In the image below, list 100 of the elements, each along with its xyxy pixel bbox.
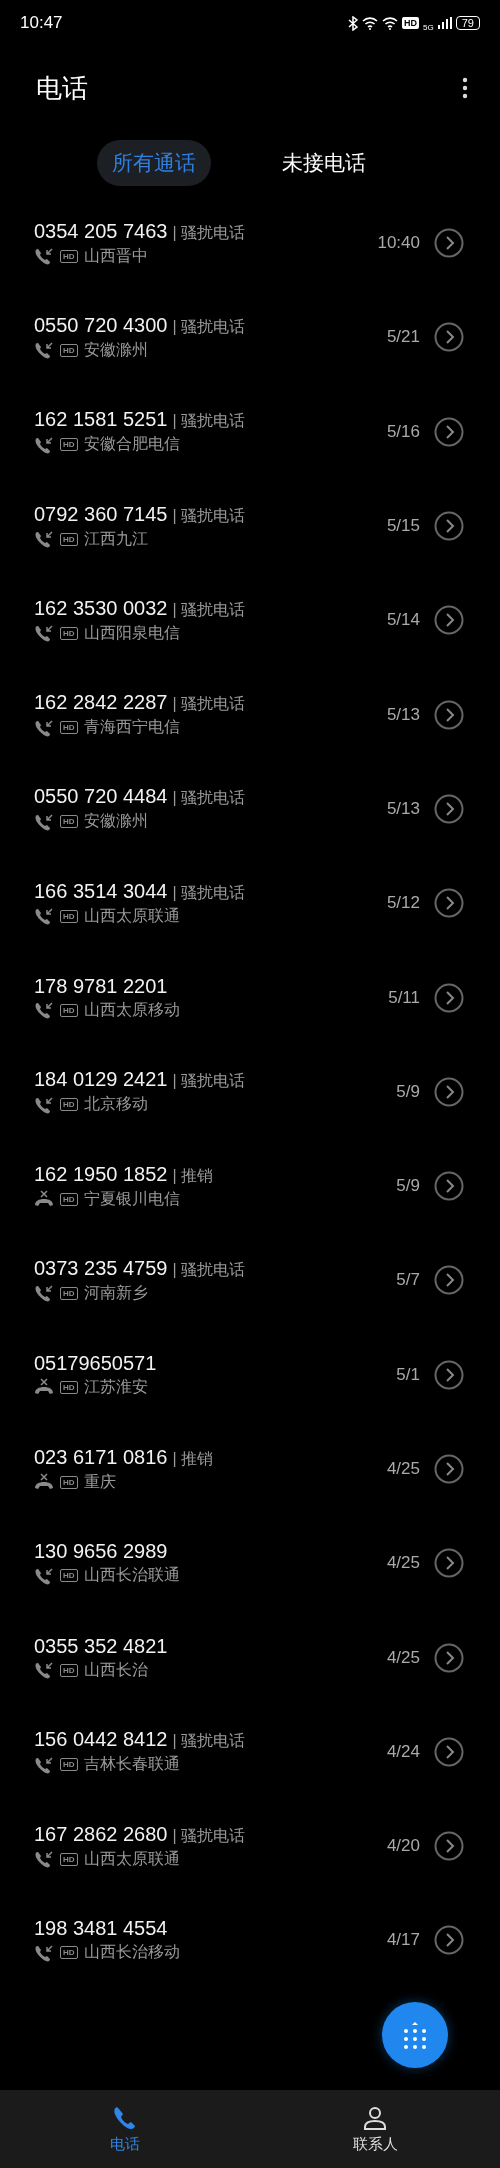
call-location: 江西九江: [83, 528, 148, 549]
incoming-call-icon: [34, 907, 54, 926]
details-icon[interactable]: [434, 793, 464, 824]
call-time: 5/7: [396, 1270, 420, 1291]
phone-number: 162 2842 2287: [34, 691, 168, 715]
call-time: 4/17: [386, 1930, 420, 1951]
nav-tab[interactable]: 联系人: [250, 2090, 500, 2168]
incoming-call-icon: [34, 1095, 54, 1114]
declined-call-icon: [34, 1473, 54, 1491]
hd-badge: HD: [60, 1380, 78, 1394]
details-icon[interactable]: [434, 1736, 464, 1767]
call-location: 安徽滁州: [83, 811, 148, 832]
phone-number: 0550 720 4300: [34, 313, 168, 337]
details-icon[interactable]: [434, 1925, 464, 1956]
phone-number: 0354 205 7463: [34, 219, 168, 243]
phone-number: 023 6171 0816: [34, 1445, 168, 1469]
details-icon[interactable]: [434, 605, 464, 636]
nav-tab[interactable]: 电话: [0, 2090, 250, 2168]
call-tag: | 骚扰电话: [172, 505, 246, 527]
phone-number: 198 3481 4554: [34, 1917, 168, 1941]
declined-call-icon: [34, 1190, 54, 1209]
incoming-call-icon: [34, 1284, 54, 1303]
details-icon[interactable]: [434, 511, 464, 542]
incoming-call-icon: [34, 1755, 54, 1774]
hd-badge: HD: [60, 1475, 78, 1489]
call-location: 重庆: [83, 1471, 116, 1492]
hd-badge: HD: [60, 532, 78, 546]
tab[interactable]: 所有通话: [97, 140, 211, 186]
call-tag: | 骚扰电话: [172, 411, 246, 433]
hd-badge: HD: [60, 343, 78, 357]
call-location: 安徽合肥电信: [83, 434, 180, 455]
call-time: 4/25: [386, 1553, 420, 1574]
phone-number: 162 1581 5251: [34, 408, 168, 432]
call-location: 山西长治移动: [83, 1942, 180, 1963]
dialpad-button[interactable]: [382, 2002, 448, 2068]
wifi-icon: [382, 16, 399, 30]
hd-badge: HD: [60, 1098, 78, 1112]
incoming-call-icon: [34, 341, 54, 360]
more-icon[interactable]: [462, 77, 468, 99]
details-icon[interactable]: [434, 1642, 464, 1673]
details-icon[interactable]: [434, 1454, 464, 1484]
call-location: 山西晋中: [83, 245, 148, 266]
hd-badge: HD: [60, 909, 78, 923]
wifi-icon: [362, 16, 379, 30]
call-location: 安徽滁州: [83, 339, 148, 360]
incoming-call-icon: [34, 624, 54, 643]
call-tag: | 骚扰电话: [172, 882, 246, 904]
call-time: 4/25: [386, 1647, 420, 1668]
details-icon[interactable]: [434, 322, 464, 353]
details-icon[interactable]: [434, 1171, 464, 1202]
declined-call-icon: [34, 1378, 54, 1397]
call-tag: | 推销: [172, 1165, 214, 1187]
details-icon[interactable]: [434, 699, 464, 730]
call-tag: | 骚扰电话: [172, 788, 246, 810]
call-time: 5/1: [396, 1364, 420, 1385]
incoming-call-icon: [34, 1850, 54, 1869]
hd-badge: HD: [402, 17, 420, 29]
network-label: 5G: [423, 22, 434, 32]
status-time: 10:47: [20, 13, 63, 33]
hd-badge: HD: [60, 626, 78, 640]
details-icon[interactable]: [434, 1548, 464, 1579]
call-time: 5/9: [396, 1176, 420, 1197]
hd-badge: HD: [60, 438, 78, 452]
bluetooth-icon: [348, 15, 359, 31]
call-time: 4/24: [386, 1741, 420, 1762]
page-title: 电话: [36, 71, 88, 105]
incoming-call-icon: [34, 1566, 54, 1585]
call-location: 山西长治联通: [83, 1565, 180, 1586]
call-tag: | 骚扰电话: [172, 1259, 246, 1281]
call-time: 5/14: [386, 610, 420, 631]
hd-badge: HD: [60, 1286, 78, 1300]
person-icon: [362, 2104, 388, 2131]
call-time: 4/20: [386, 1836, 420, 1857]
call-location: 北京移动: [83, 1094, 148, 1115]
details-icon[interactable]: [434, 1359, 464, 1390]
details-icon[interactable]: [434, 1076, 464, 1107]
tab[interactable]: 未接电话: [267, 140, 381, 186]
incoming-call-icon: [34, 435, 54, 454]
call-location: 青海西宁电信: [83, 717, 180, 738]
details-icon[interactable]: [434, 416, 464, 447]
hd-badge: HD: [60, 249, 78, 263]
call-location: 吉林长春联通: [83, 1754, 180, 1775]
call-time: 4/25: [386, 1459, 420, 1479]
call-location: 江苏淮安: [83, 1376, 148, 1397]
call-time: 5/21: [386, 327, 420, 348]
call-location: 山西阳泉电信: [83, 622, 180, 643]
call-time: 5/15: [386, 516, 420, 537]
incoming-call-icon: [34, 1661, 54, 1680]
call-location: 山西长治: [83, 1659, 148, 1680]
phone-number: 130 9656 2989: [34, 1540, 168, 1564]
call-time: 5/13: [386, 704, 420, 725]
details-icon[interactable]: [434, 982, 464, 1013]
phone-number: 167 2862 2680: [34, 1822, 168, 1846]
call-location: 河南新乡: [83, 1282, 148, 1303]
call-tag: | 骚扰电话: [172, 222, 246, 244]
details-icon[interactable]: [434, 1265, 464, 1296]
details-icon[interactable]: [434, 228, 464, 259]
hd-badge: HD: [60, 1663, 78, 1677]
details-icon[interactable]: [434, 1831, 464, 1862]
details-icon[interactable]: [434, 888, 464, 919]
